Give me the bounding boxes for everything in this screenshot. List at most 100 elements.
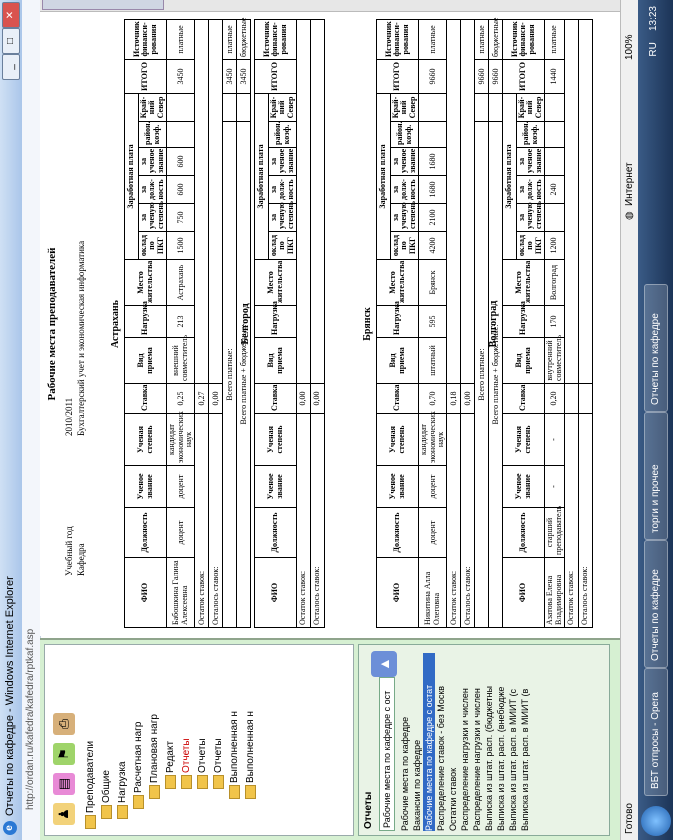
folder-icon — [165, 775, 176, 789]
col-subheader: Край-ний Север — [516, 93, 545, 122]
report-item[interactable]: Вакансии по кафедре — [411, 653, 423, 831]
col-header: Ученое звание — [502, 465, 545, 508]
col-header: Ученая степень — [254, 413, 297, 466]
table-cell: 0,25 — [166, 383, 195, 414]
col-header: Ученая степень — [376, 413, 419, 466]
tree-node[interactable]: Преподаватели — [85, 741, 96, 829]
tree-node[interactable]: Общие — [101, 770, 112, 819]
summary-value — [564, 383, 579, 414]
col-header-salary: Заработная плата — [254, 93, 269, 260]
taskbar-item[interactable]: Отчеты по кафедре — [644, 540, 668, 668]
close-button[interactable]: ✕ — [2, 2, 20, 28]
vertical-scrollbar[interactable] — [40, 0, 620, 12]
table-cell — [418, 93, 447, 122]
folder-icon — [117, 805, 128, 819]
report-item-selected[interactable]: Рабочие места по кафедре с остат — [423, 653, 435, 831]
year-label: Учебный год — [64, 526, 74, 576]
summary-row: Осталось ставок: 0,00 — [460, 19, 475, 628]
col-subheader: Край-ний Север — [268, 93, 297, 122]
col-header: Ученая степень — [502, 413, 545, 466]
summary-value: 9660 — [474, 59, 489, 94]
taskbar-item[interactable]: торги и прочее — [644, 412, 668, 540]
report-item[interactable]: Выписка из штат. расп. в МИИТ (в — [519, 653, 531, 831]
table-cell: 1440 — [544, 59, 565, 94]
col-subheader: за ученое звание — [516, 147, 545, 176]
summary-label: Всего платные: — [222, 121, 237, 628]
col-header: Должность — [376, 507, 419, 558]
tree-node[interactable]: Отчеты — [213, 738, 224, 789]
report-item[interactable]: Выписка из штат. расп. в МИИТ (с — [507, 653, 519, 831]
tree-node[interactable]: Отчеты — [197, 738, 208, 789]
col-header: Вид приема — [502, 337, 545, 384]
tree-node[interactable]: Отчеты — [181, 738, 192, 789]
table-cell — [544, 93, 565, 122]
col-header: Должность — [124, 507, 167, 558]
col-header: Место жительства — [376, 259, 419, 306]
col-header: Ученое звание — [376, 465, 419, 508]
tree-node[interactable]: Нагрузка — [117, 761, 128, 819]
table-cell: штатный — [418, 337, 447, 384]
language-indicator[interactable]: RU — [648, 42, 659, 56]
report-item[interactable]: Распределение ставок - без Москв — [435, 653, 447, 831]
network-tool-icon[interactable]: ⚑ — [53, 743, 75, 765]
start-button[interactable] — [641, 806, 671, 836]
staff-table: ФИО Должность Ученое звание Ученая степень С… — [502, 19, 593, 628]
navigation-tree: ♟ ▤ ⚑ ⎙ Преподаватели Общие Нагрузка Рас… — [44, 644, 354, 836]
col-subheader: за ученую степень — [138, 201, 167, 232]
summary-row: Осталось ставок: 0,00 — [310, 19, 325, 628]
folder-icon — [85, 815, 96, 829]
table-cell: 0,70 — [418, 383, 447, 414]
table-cell: 213 — [166, 305, 195, 338]
col-header: Нагрузка — [376, 301, 419, 338]
col-header: Источник финанси-рования — [502, 19, 545, 60]
tree-node[interactable]: Расчетная нагр — [133, 722, 144, 809]
table-cell — [166, 121, 195, 148]
report-item[interactable]: Выписка из штат. расп. (бюджетны — [483, 653, 495, 831]
summary-value: 0,00 — [460, 383, 475, 414]
scroll-thumb[interactable] — [42, 0, 164, 10]
run-report-button[interactable]: ▲ — [371, 651, 397, 677]
tree-node[interactable]: Выполненная н — [245, 711, 256, 799]
report-item[interactable]: Распределение нагрузки и числен — [471, 653, 483, 831]
tree-node[interactable]: Выполненная н — [229, 711, 240, 799]
col-subheader: за ученое звание — [138, 147, 167, 176]
minimize-button[interactable]: _ — [2, 54, 20, 80]
tree-node[interactable]: Редакт — [165, 741, 176, 789]
staff-table: ФИО Должность Ученое звание Ученая степень С… — [124, 18, 251, 628]
col-header: Ставка — [254, 383, 297, 414]
staff-table: ФИО Должность Ученое звание Ученая степень С… — [254, 19, 325, 628]
report-item[interactable]: Рабочие места по кафедре — [399, 653, 411, 831]
folder-icon — [133, 795, 144, 809]
address-bar: http://ordan.ru/kafedra/kafedra/rptkaf.a… — [22, 0, 41, 840]
zoom-text[interactable]: 100% — [624, 34, 635, 60]
zone-text: Интернет — [624, 162, 635, 206]
summary-label: Осталось ставок: — [208, 413, 223, 628]
report-tool-icon[interactable]: ▤ — [53, 773, 75, 795]
maximize-button[interactable]: □ — [2, 28, 20, 54]
users-tool-icon[interactable]: ♟ — [53, 803, 75, 825]
col-subheader: за долж-ность — [268, 175, 297, 204]
window-title: Отчеты по кафедре - Windows Internet Exp… — [4, 576, 16, 816]
taskbar-item[interactable]: Отчеты по кафедре — [644, 284, 668, 412]
report-item[interactable]: Распределение нагрузки и числен — [459, 653, 471, 831]
summary-label: Остаток ставок: — [564, 413, 579, 628]
summary-label: Остаток ставок: — [446, 413, 461, 628]
print-tool-icon[interactable]: ⎙ — [53, 713, 75, 735]
report-item[interactable]: Остатки ставок — [447, 653, 459, 831]
report-select[interactable]: Рабочие места по кафедре с ост — [379, 677, 395, 831]
col-subheader: район. коэф. — [138, 121, 167, 148]
summary-row: Осталось ставок: — [578, 19, 593, 628]
col-header-salary: Заработная плата — [376, 93, 391, 260]
col-header: Ставка — [502, 383, 545, 414]
table-row: Никитина Алла Олеговна доцент доцент кандид… — [418, 19, 447, 628]
folder-icon — [245, 785, 256, 799]
summary-value: 0,00 — [296, 383, 311, 414]
summary-row: Всего платные: 9660 платные — [474, 19, 489, 628]
taskbar-item[interactable]: ВБТ отпросы - Opera — [644, 668, 668, 796]
report-item[interactable]: Выписка из штат. расп. (внебюдже — [495, 653, 507, 831]
address-url[interactable]: http://ordan.ru/kafedra/kafedra/rptkaf.a… — [25, 629, 36, 810]
table-cell: 170 — [544, 305, 565, 338]
tree-node[interactable]: Плановая нагр — [149, 714, 160, 799]
summary-label: Осталось ставок: — [578, 413, 593, 628]
section-city-title: Белгород — [240, 303, 251, 345]
